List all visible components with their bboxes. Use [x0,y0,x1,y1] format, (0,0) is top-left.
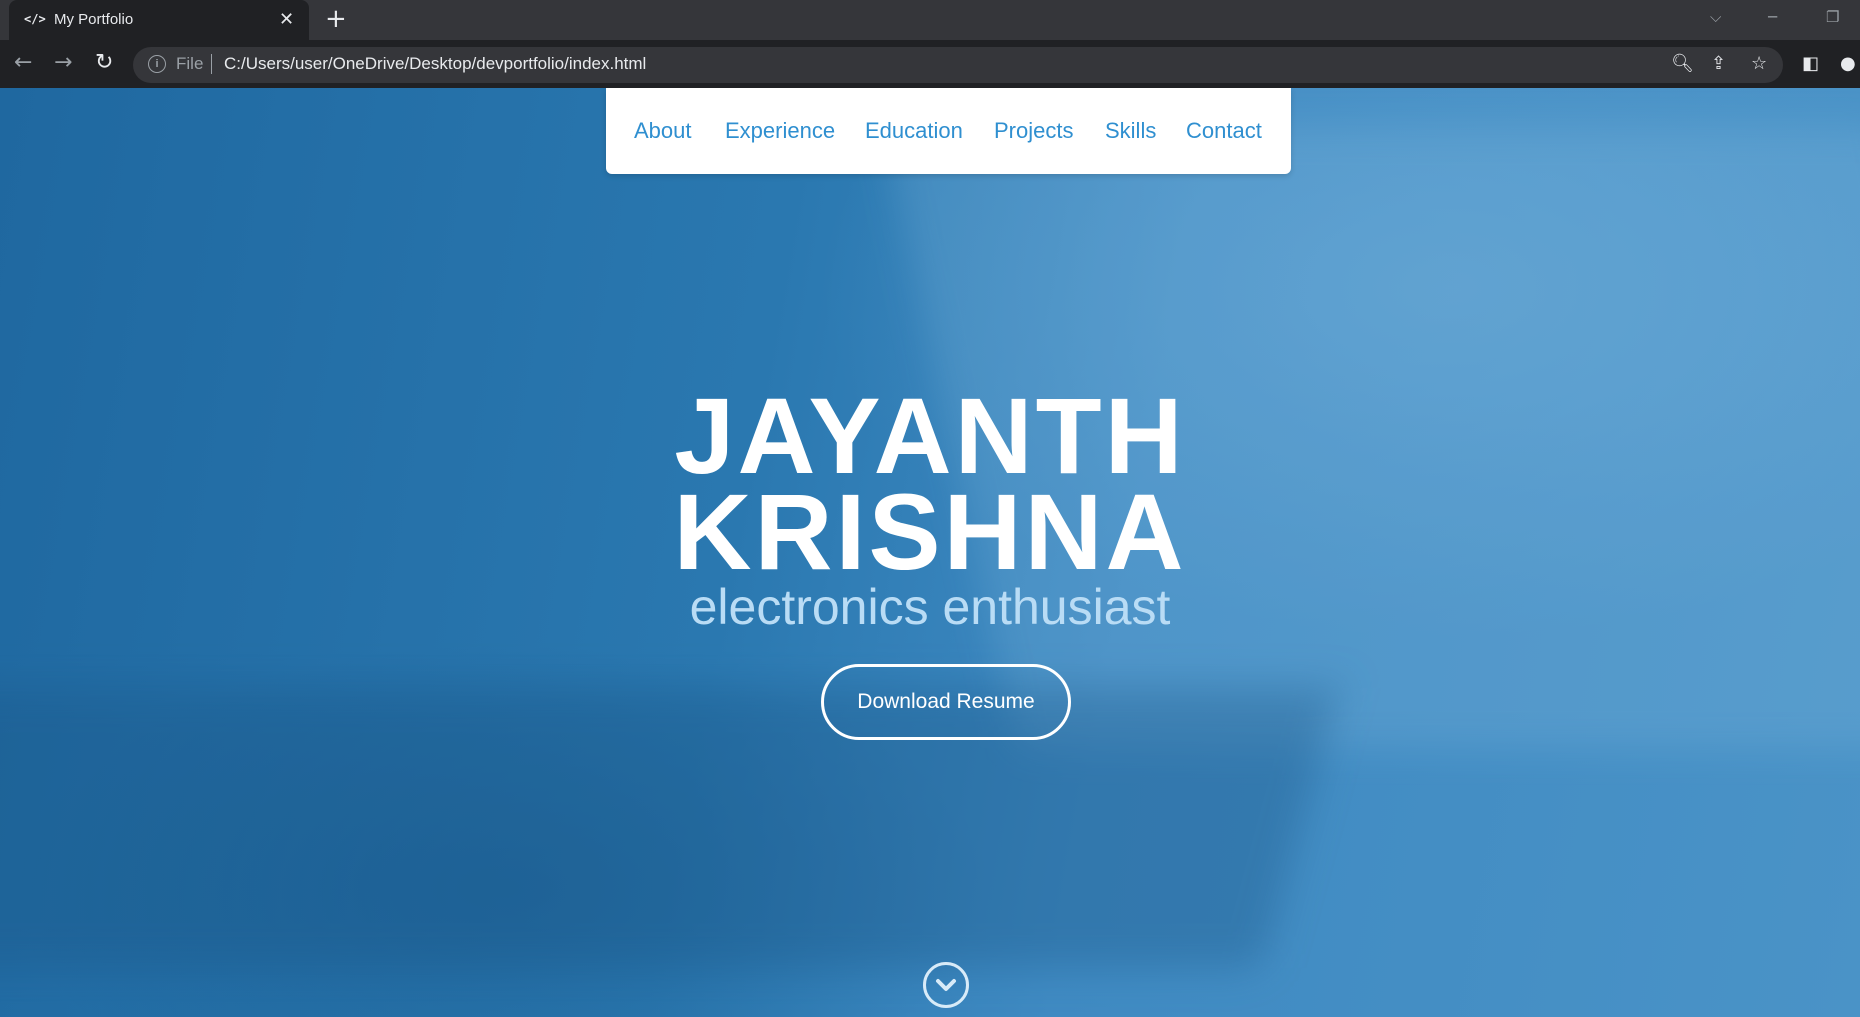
zoom-icon[interactable]: 🔍︎ [1671,53,1694,74]
nav-projects[interactable]: Projects [994,118,1073,144]
address-separator [211,54,212,74]
tab-strip: </> My Portfolio ✕ + ⌵ ─ ❐ [0,0,1860,40]
url-text[interactable]: C:/Users/user/OneDrive/Desktop/devportfo… [224,54,646,74]
restore-icon[interactable]: ❐ [1826,8,1839,26]
code-favicon-icon: </> [24,12,46,26]
back-icon[interactable]: ← [14,50,32,75]
share-icon[interactable]: ⇪ [1711,53,1726,74]
chevron-down-icon[interactable] [923,962,969,1008]
nav-about[interactable]: About [634,118,692,144]
top-navbar: About Experience Education Projects Skil… [606,88,1291,174]
profile-icon[interactable]: ● [1840,53,1856,74]
background-laptop-keyboard [0,688,1338,968]
info-icon[interactable]: i [148,55,166,73]
hero-tagline: electronics enthusiast [689,579,1171,635]
nav-skills[interactable]: Skills [1105,118,1156,144]
hero-last-name: KRISHNA [673,471,1187,592]
star-icon[interactable]: ☆ [1751,53,1767,74]
close-tab-icon[interactable]: ✕ [279,9,294,30]
file-scheme-label: File [176,54,204,73]
minimize-icon[interactable]: ─ [1768,8,1777,26]
download-resume-button[interactable]: Download Resume [821,664,1071,740]
sidepanel-icon[interactable]: ◧ [1802,53,1819,74]
tab-title: My Portfolio [54,11,134,28]
forward-icon[interactable]: → [54,50,72,75]
portfolio-page: About Experience Education Projects Skil… [0,88,1860,1017]
tab-search-icon[interactable]: ⌵ [1710,8,1721,26]
new-tab-button[interactable]: + [325,4,347,34]
nav-education[interactable]: Education [865,118,963,144]
reload-icon[interactable]: ↻ [95,50,113,75]
nav-experience[interactable]: Experience [725,118,835,144]
tab-my-portfolio[interactable]: </> My Portfolio ✕ [9,0,309,40]
nav-contact[interactable]: Contact [1186,118,1262,144]
